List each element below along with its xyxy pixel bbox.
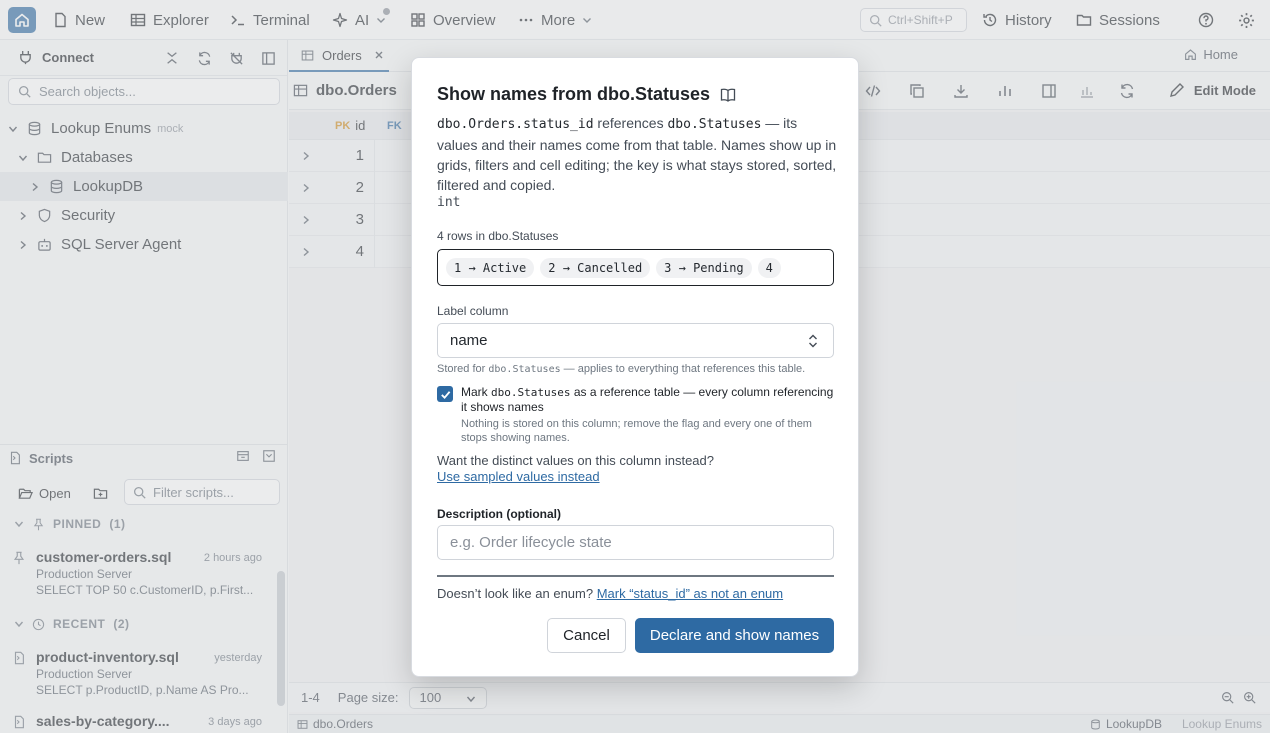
description-label: Description (optional) [437,507,561,521]
value-chip: 2 → Cancelled [540,257,651,278]
dialog-title: Show names from dbo.Statuses [437,84,736,105]
value-chip: 1 → Active [446,257,535,278]
column-ref: dbo.Orders.status_id [437,117,594,132]
value-chip: 3 → Pending [656,257,752,278]
check-icon [440,390,450,399]
divider [437,575,834,577]
label-column-label: Label column [437,304,509,318]
column-type: int [437,195,461,210]
value-chip: 4 [757,257,781,278]
table-ref: dbo.Statuses [667,117,762,132]
sampled-values-link[interactable]: Use sampled values instead [437,469,600,484]
select-caret-icon [809,334,817,348]
cancel-button[interactable]: Cancel [547,618,626,653]
book-icon[interactable] [720,87,736,103]
reference-table-hint: Nothing is stored on this column; remove… [461,418,812,444]
hint-table: dbo.Statuses [488,364,561,375]
rows-label: 4 rows in dbo.Statuses [437,229,559,243]
label-column-value: name [450,332,488,349]
description-input[interactable] [437,525,834,560]
distinct-question: Want the distinct values on this column … [437,453,714,468]
not-enum-question: Doesn’t look like an enum? [437,586,597,601]
enum-dialog: Show names from dbo.Statuses dbo.Orders.… [411,57,859,677]
not-enum-row: Doesn’t look like an enum? Mark “status_… [437,586,783,601]
declare-button[interactable]: Declare and show names [635,618,834,653]
desc-ref-word: references [593,115,668,131]
stored-hint: Stored for dbo.Statuses — applies to eve… [437,363,805,375]
values-preview[interactable]: 1 → Active 2 → Cancelled 3 → Pending 4 [437,249,834,286]
dialog-title-text: Show names from dbo.Statuses [437,84,711,104]
reference-table-checkbox[interactable] [437,386,453,402]
hint-text: — applies to everything that references … [560,363,806,375]
reference-table-label[interactable]: Mark dbo.Statuses as a reference table —… [461,385,841,415]
dialog-description: dbo.Orders.status_id references dbo.Stat… [437,113,837,195]
ref-text: Mark [461,385,491,399]
label-column-select[interactable]: name [437,323,834,358]
not-enum-link[interactable]: Mark “status_id” as not an enum [597,586,783,601]
ref-table: dbo.Statuses [491,386,571,399]
hint-text: Stored for [437,363,489,375]
sampled-link-text: Use sampled values instead [437,469,600,484]
